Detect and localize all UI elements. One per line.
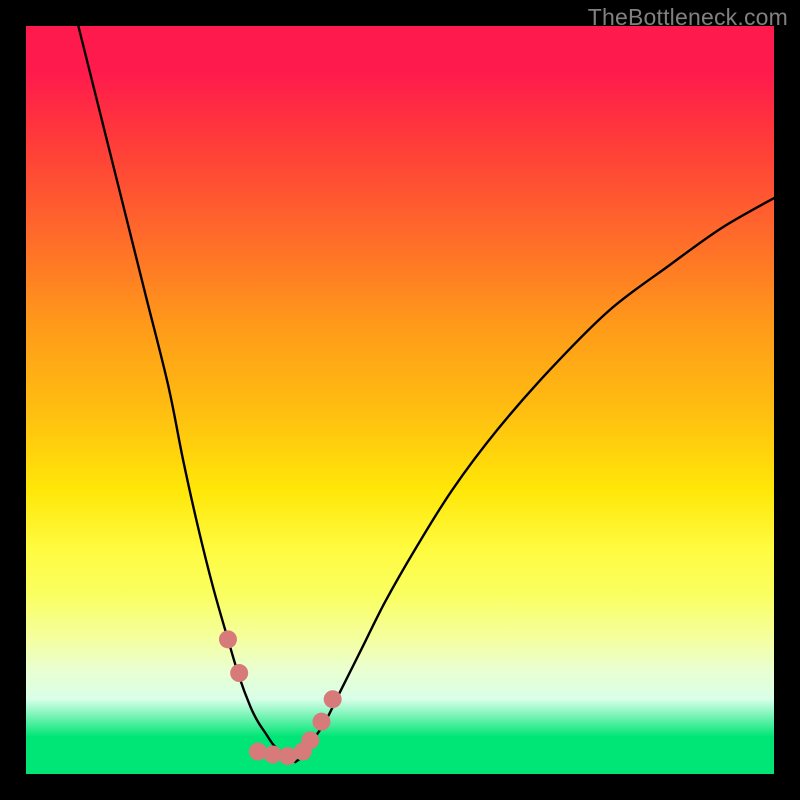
highlight-markers <box>219 630 342 765</box>
chart-frame: TheBottleneck.com <box>0 0 800 800</box>
marker-dot <box>219 630 237 648</box>
marker-dot <box>301 731 319 749</box>
watermark-text: TheBottleneck.com <box>588 4 788 31</box>
marker-dot <box>312 713 330 731</box>
curve-right <box>295 198 774 762</box>
marker-dot <box>249 743 267 761</box>
marker-dot <box>230 664 248 682</box>
chart-svg <box>26 26 774 774</box>
curve-left <box>78 26 295 762</box>
marker-dot <box>324 690 342 708</box>
